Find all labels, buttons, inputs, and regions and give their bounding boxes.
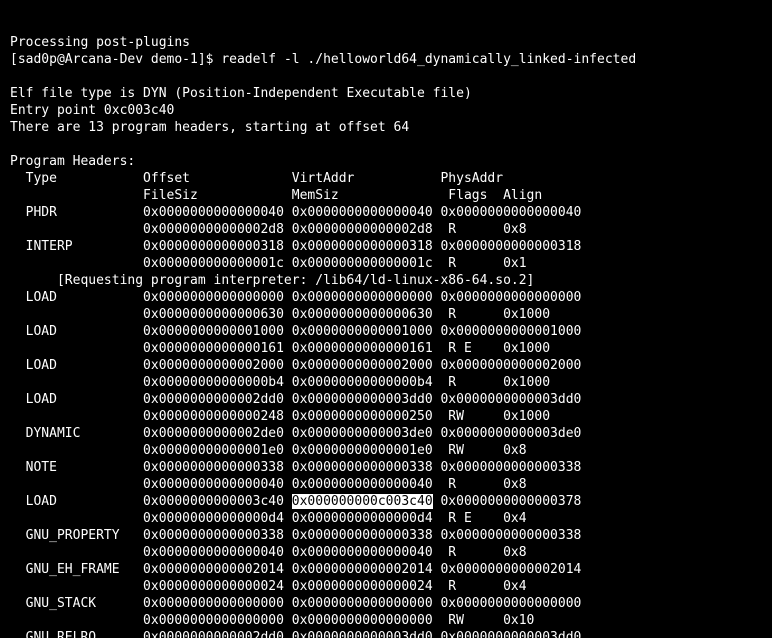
term-line: 0x000000000000001c 0x000000000000001c R … <box>10 256 527 271</box>
term-line: GNU_PROPERTY 0x0000000000000338 0x000000… <box>10 528 581 543</box>
term-line: [Requesting program interpreter: /lib64/… <box>10 273 534 288</box>
term-line: PHDR 0x0000000000000040 0x00000000000000… <box>10 205 581 220</box>
term-line: 0x00000000000001e0 0x00000000000001e0 RW… <box>10 443 527 458</box>
term-line: Type Offset VirtAddr PhysAddr <box>10 171 503 186</box>
term-line: Processing post-plugins <box>10 35 190 50</box>
term-line: INTERP 0x0000000000000318 0x000000000000… <box>10 239 581 254</box>
term-line: 0x00000000000002d8 0x00000000000002d8 R … <box>10 222 527 237</box>
term-line: LOAD 0x0000000000002000 0x00000000000020… <box>10 358 581 373</box>
term-line: Entry point 0xc003c40 <box>10 103 174 118</box>
term-line: LOAD 0x0000000000003c40 0x000000000c003c… <box>10 494 581 509</box>
term-line: FileSiz MemSiz Flags Align <box>10 188 542 203</box>
command: readelf -l ./helloworld64_dynamically_li… <box>221 52 636 67</box>
term-line: DYNAMIC 0x0000000000002de0 0x00000000000… <box>10 426 581 441</box>
term-line: 0x0000000000000248 0x0000000000000250 RW… <box>10 409 550 424</box>
term-line: 0x00000000000000d4 0x00000000000000d4 R … <box>10 511 527 526</box>
term-line: NOTE 0x0000000000000338 0x00000000000003… <box>10 460 581 475</box>
term-line: LOAD 0x0000000000000000 0x00000000000000… <box>10 290 581 305</box>
term-line: Program Headers: <box>10 154 135 169</box>
term-line: There are 13 program headers, starting a… <box>10 120 409 135</box>
term-line: GNU_RELRO 0x0000000000002dd0 0x000000000… <box>10 630 581 638</box>
term-line: 0x0000000000000024 0x0000000000000024 R … <box>10 579 527 594</box>
term-line: GNU_STACK 0x0000000000000000 0x000000000… <box>10 596 581 611</box>
term-line: 0x00000000000000b4 0x00000000000000b4 R … <box>10 375 550 390</box>
prompt: [sad0p@Arcana-Dev demo-1]$ <box>10 52 214 67</box>
term-line: 0x0000000000000630 0x0000000000000630 R … <box>10 307 550 322</box>
term-line: LOAD 0x0000000000001000 0x00000000000010… <box>10 324 581 339</box>
term-line: Elf file type is DYN (Position-Independe… <box>10 86 472 101</box>
term-line: 0x0000000000000040 0x0000000000000040 R … <box>10 545 527 560</box>
term-line: 0x0000000000000161 0x0000000000000161 R … <box>10 341 550 356</box>
terminal-output: Processing post-plugins [sad0p@Arcana-De… <box>0 34 772 638</box>
term-line: GNU_EH_FRAME 0x0000000000002014 0x000000… <box>10 562 581 577</box>
term-line: [sad0p@Arcana-Dev demo-1]$ readelf -l ./… <box>10 52 636 67</box>
term-line: 0x0000000000000040 0x0000000000000040 R … <box>10 477 527 492</box>
highlight-virtaddr: 0x000000000c003c40 <box>292 494 433 509</box>
term-line: LOAD 0x0000000000002dd0 0x0000000000003d… <box>10 392 581 407</box>
